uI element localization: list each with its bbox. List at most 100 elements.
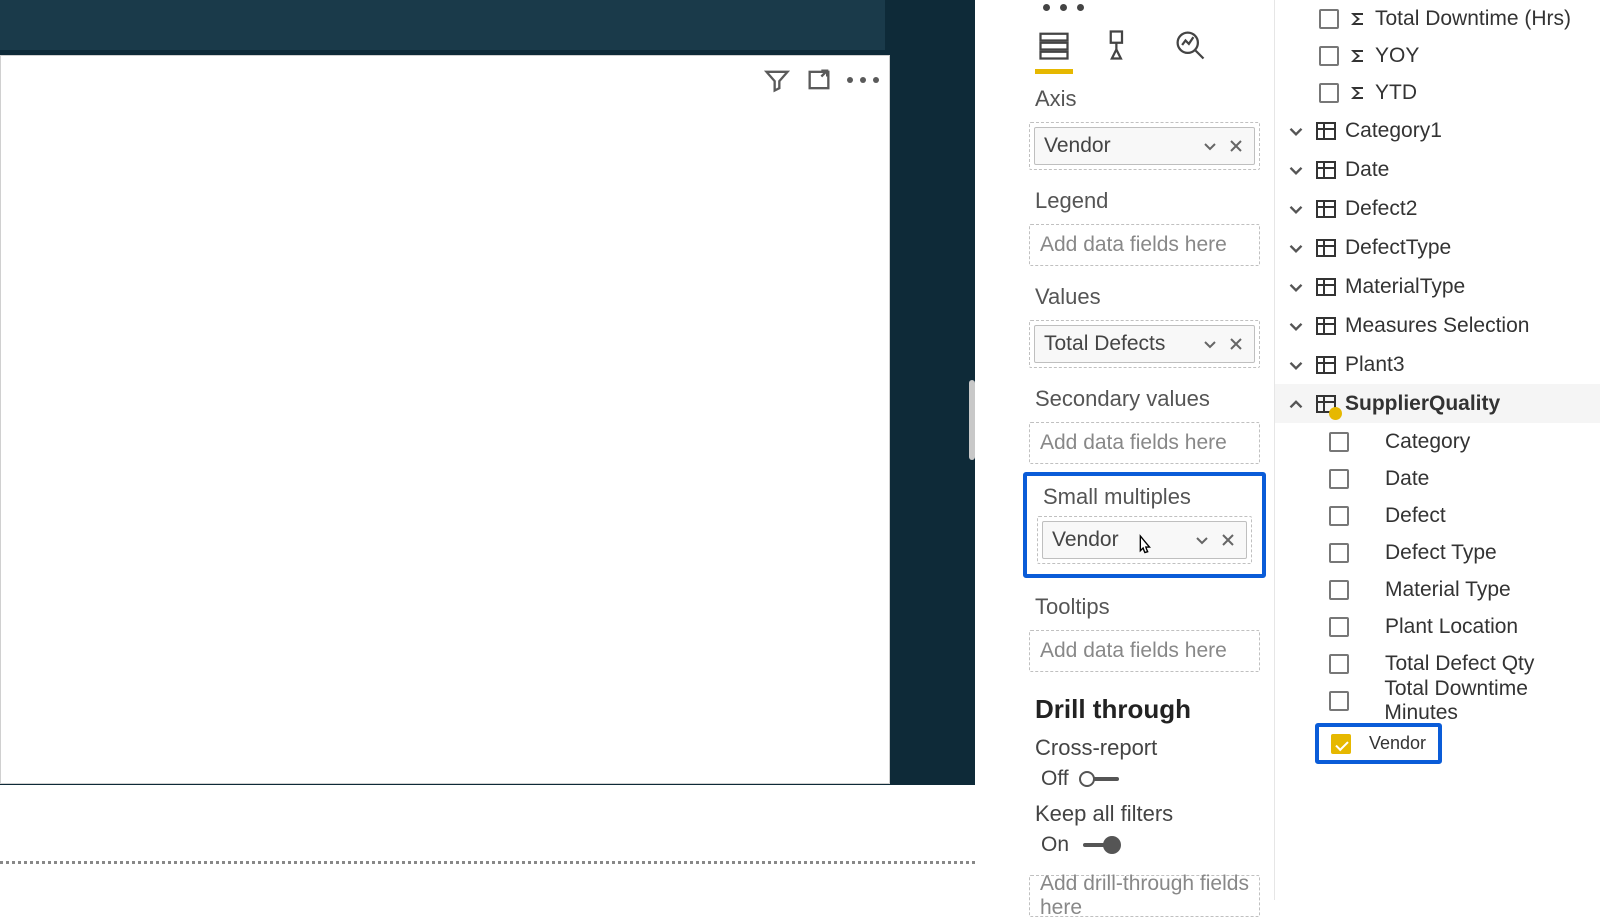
- table-row[interactable]: DefectType: [1275, 228, 1600, 267]
- splitter-handle[interactable]: [969, 380, 975, 460]
- keep-all-filters-toggle[interactable]: [1079, 834, 1121, 856]
- more-options-icon[interactable]: [847, 77, 879, 83]
- field-row[interactable]: YTD: [1275, 74, 1600, 111]
- chevron-down-icon: [1285, 198, 1307, 220]
- report-canvas-area: [0, 0, 975, 882]
- values-well-label: Values: [1015, 274, 1274, 316]
- chevron-down-icon: [1285, 276, 1307, 298]
- field-label: Defect: [1385, 504, 1446, 528]
- field-row[interactable]: YOY: [1275, 37, 1600, 74]
- secondary-values-well-label: Secondary values: [1015, 376, 1274, 418]
- field-label: Defect Type: [1385, 541, 1497, 565]
- remove-field-icon[interactable]: [1226, 334, 1246, 354]
- field-label: YTD: [1375, 81, 1417, 105]
- small-multiples-well[interactable]: Vendor: [1037, 516, 1252, 564]
- tooltips-well[interactable]: Add data fields here: [1029, 630, 1260, 672]
- table-row[interactable]: Category1: [1275, 111, 1600, 150]
- remove-field-icon[interactable]: [1218, 530, 1238, 550]
- table-label: DefectType: [1345, 236, 1451, 260]
- field-row[interactable]: Defect Type: [1275, 534, 1600, 571]
- field-row-highlighted[interactable]: Vendor: [1315, 723, 1442, 764]
- axis-well[interactable]: Vendor: [1029, 122, 1260, 170]
- table-row[interactable]: Measures Selection: [1275, 306, 1600, 345]
- table-icon: [1315, 237, 1337, 259]
- field-row[interactable]: Total Downtime (Hrs): [1275, 0, 1600, 37]
- table-icon: [1315, 354, 1337, 376]
- cross-report-label: Cross-report: [1015, 725, 1274, 761]
- measure-icon: [1347, 83, 1367, 103]
- filter-icon[interactable]: [763, 66, 791, 94]
- visual-container[interactable]: [0, 55, 890, 784]
- field-row[interactable]: Material Type: [1275, 571, 1600, 608]
- horizontal-ruler: [0, 861, 975, 864]
- fields-panel: Total Downtime (Hrs) YOY YTD Category1 D…: [1275, 0, 1600, 900]
- checkbox[interactable]: [1319, 9, 1339, 29]
- table-icon: [1315, 315, 1337, 337]
- table-label: MaterialType: [1345, 275, 1465, 299]
- checkbox[interactable]: [1329, 654, 1349, 674]
- panel-more-icon[interactable]: [1015, 0, 1274, 11]
- format-tab-icon[interactable]: [1103, 27, 1141, 63]
- chevron-down-icon: [1285, 120, 1307, 142]
- keep-all-filters-label: Keep all filters: [1015, 791, 1274, 827]
- report-page-header-strip: [0, 0, 885, 50]
- field-row[interactable]: Plant Location: [1275, 608, 1600, 645]
- chevron-down-icon[interactable]: [1192, 530, 1212, 550]
- field-label: Total Downtime (Hrs): [1375, 7, 1571, 31]
- table-icon: [1315, 159, 1337, 181]
- chevron-up-icon: [1285, 393, 1307, 415]
- axis-field-text: Vendor: [1044, 134, 1200, 158]
- field-row[interactable]: Defect: [1275, 497, 1600, 534]
- chevron-down-icon[interactable]: [1200, 334, 1220, 354]
- focus-mode-icon[interactable]: [805, 66, 833, 94]
- table-icon: [1315, 393, 1337, 415]
- table-label: Category1: [1345, 119, 1442, 143]
- values-well[interactable]: Total Defects: [1029, 320, 1260, 368]
- field-row[interactable]: Total Downtime Minutes: [1275, 682, 1600, 719]
- checkbox[interactable]: [1329, 691, 1349, 711]
- checkbox[interactable]: [1319, 83, 1339, 103]
- secondary-values-well[interactable]: Add data fields here: [1029, 422, 1260, 464]
- checkbox[interactable]: [1329, 543, 1349, 563]
- table-label: SupplierQuality: [1345, 392, 1500, 416]
- checkbox[interactable]: [1329, 469, 1349, 489]
- field-label: Total Defect Qty: [1385, 652, 1534, 676]
- cross-report-toggle[interactable]: [1079, 768, 1121, 790]
- axis-field-chip[interactable]: Vendor: [1034, 127, 1255, 165]
- table-row[interactable]: MaterialType: [1275, 267, 1600, 306]
- checkbox[interactable]: [1329, 506, 1349, 526]
- field-row[interactable]: Date: [1275, 460, 1600, 497]
- visualizations-panel: Axis Vendor Legend Add data fields here …: [1015, 0, 1275, 900]
- field-label: YOY: [1375, 44, 1419, 68]
- keep-all-filters-state: On: [1041, 833, 1069, 857]
- checkbox[interactable]: [1329, 617, 1349, 637]
- table-supplierquality[interactable]: SupplierQuality: [1275, 384, 1600, 423]
- legend-well[interactable]: Add data fields here: [1029, 224, 1260, 266]
- table-row[interactable]: Plant3: [1275, 345, 1600, 384]
- table-label: Date: [1345, 158, 1389, 182]
- drill-through-fields-well[interactable]: Add drill-through fields here: [1029, 875, 1260, 917]
- table-icon: [1315, 198, 1337, 220]
- chevron-down-icon: [1285, 315, 1307, 337]
- small-multiples-field-chip[interactable]: Vendor: [1042, 521, 1247, 559]
- checkbox[interactable]: [1329, 432, 1349, 452]
- table-label: Defect2: [1345, 197, 1417, 221]
- table-label: Plant3: [1345, 353, 1405, 377]
- checkbox[interactable]: [1331, 734, 1351, 754]
- table-row[interactable]: Defect2: [1275, 189, 1600, 228]
- analytics-tab-icon[interactable]: [1171, 27, 1209, 63]
- field-label: Plant Location: [1385, 615, 1518, 639]
- field-row[interactable]: Category: [1275, 423, 1600, 460]
- values-field-chip[interactable]: Total Defects: [1034, 325, 1255, 363]
- measure-icon: [1347, 9, 1367, 29]
- fields-tab-icon[interactable]: [1035, 27, 1073, 63]
- remove-field-icon[interactable]: [1226, 136, 1246, 156]
- chevron-down-icon: [1285, 159, 1307, 181]
- cross-report-state: Off: [1041, 767, 1069, 791]
- table-row[interactable]: Date: [1275, 150, 1600, 189]
- checkbox[interactable]: [1329, 580, 1349, 600]
- chevron-down-icon: [1285, 237, 1307, 259]
- small-multiples-field-text: Vendor: [1052, 528, 1192, 552]
- chevron-down-icon[interactable]: [1200, 136, 1220, 156]
- checkbox[interactable]: [1319, 46, 1339, 66]
